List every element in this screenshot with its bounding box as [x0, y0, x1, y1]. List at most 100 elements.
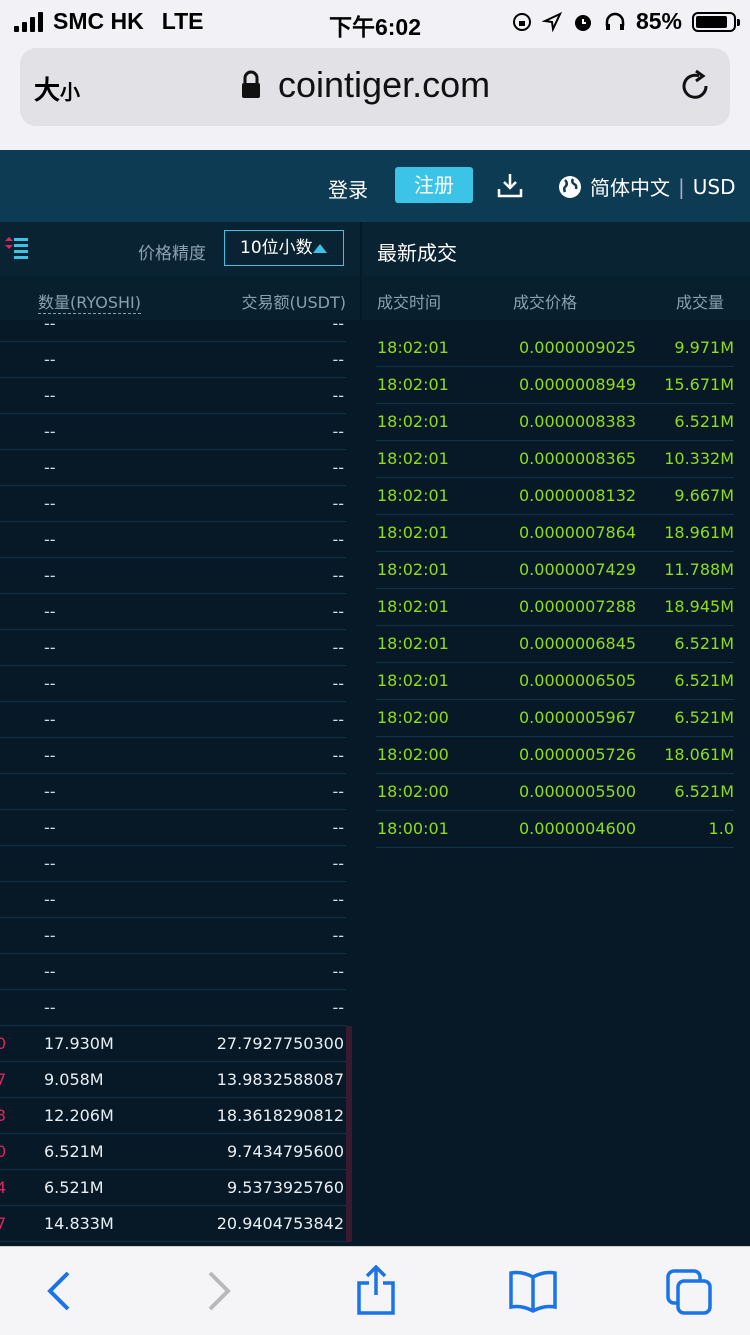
bid-row[interactable]: 4 6.521M 9.5373925760 — [0, 1170, 352, 1206]
headphones-icon — [605, 12, 625, 30]
ask-amount: -- — [44, 530, 56, 549]
ask-row[interactable]: -- -- — [0, 630, 346, 666]
trade-time: 18:02:01 — [377, 412, 449, 431]
ask-total: -- — [332, 494, 344, 513]
ask-total: -- — [332, 674, 344, 693]
ask-row[interactable]: -- -- — [0, 882, 346, 918]
depth-bar — [346, 1026, 352, 1062]
url-domain[interactable]: cointiger.com — [278, 64, 490, 106]
trade-time: 18:02:01 — [377, 449, 449, 468]
ask-total: -- — [332, 998, 344, 1017]
browser-chrome: 大小 cointiger.com — [0, 42, 750, 150]
login-link[interactable]: 登录 — [328, 174, 368, 203]
ask-row[interactable]: -- -- — [0, 702, 346, 738]
ask-amount: -- — [44, 782, 56, 801]
precision-label: 价格精度 — [138, 244, 206, 264]
ask-amount: -- — [44, 386, 56, 405]
ask-row[interactable]: -- -- — [0, 414, 346, 450]
ask-row[interactable]: -- -- — [0, 522, 346, 558]
ask-row[interactable]: -- -- — [0, 378, 346, 414]
volume-column-header: 成交量 — [675, 293, 724, 312]
trade-time: 18:02:01 — [377, 634, 449, 653]
ask-total: -- — [332, 566, 344, 585]
register-button[interactable]: 注册 — [395, 167, 473, 203]
bid-amount: 14.833M — [44, 1214, 114, 1233]
order-book-toolbar: 价格精度 10位小数 — [0, 222, 360, 276]
ask-amount: -- — [44, 494, 56, 513]
ask-row[interactable]: -- -- — [0, 666, 346, 702]
trade-time: 18:00:01 — [377, 819, 449, 838]
language-selector[interactable]: 简体中文 | USD — [558, 172, 735, 201]
bid-row[interactable]: 0 6.521M 9.7434795600 — [0, 1134, 352, 1170]
bid-amount: 9.058M — [44, 1070, 104, 1089]
ask-total: -- — [332, 386, 344, 405]
ask-amount: -- — [44, 350, 56, 369]
ask-total: -- — [332, 314, 344, 333]
bid-price: 4 — [0, 1178, 7, 1197]
ask-amount: -- — [44, 890, 56, 909]
address-bar[interactable]: 大小 cointiger.com — [20, 48, 730, 126]
depth-bar — [346, 1134, 352, 1170]
ask-total: -- — [332, 854, 344, 873]
bid-total: 13.9832588087 — [216, 1070, 344, 1089]
forward-icon[interactable] — [204, 1269, 234, 1313]
orderbook-menu-icon[interactable] — [4, 236, 30, 260]
trade-volume: 15.671M — [664, 375, 734, 394]
trade-volume: 1.0 — [708, 819, 734, 838]
ask-amount: -- — [44, 710, 56, 729]
ask-row[interactable]: -- -- — [0, 738, 346, 774]
reload-icon[interactable] — [678, 68, 712, 104]
trade-row: 18:02:01 0.0000006845 6.521M — [376, 626, 734, 663]
trade-volume: 9.667M — [674, 486, 734, 505]
browser-toolbar — [0, 1246, 750, 1335]
bookmarks-icon[interactable] — [508, 1269, 558, 1313]
ask-row[interactable]: -- -- — [0, 918, 346, 954]
tabs-icon[interactable] — [666, 1269, 714, 1315]
asks-list: -- -- -- -- -- -- -- -- -- -- -- -- -- -- -- -- -- -- -- --… — [0, 314, 360, 1026]
trades-header: 最新成交 — [362, 222, 750, 276]
ask-amount: -- — [44, 818, 56, 837]
trades-list: 18:02:01 0.0000009025 9.971M 18:02:01 0.0000… — [362, 330, 750, 848]
precision-select[interactable]: 10位小数 — [224, 230, 344, 266]
location-icon — [541, 11, 562, 32]
bid-row[interactable]: 3 12.206M 18.3618290812 — [0, 1098, 352, 1134]
bid-row[interactable]: 7 14.833M 20.9404753842 — [0, 1206, 352, 1242]
ask-amount: -- — [44, 638, 56, 657]
latest-trades: 最新成交 成交时间 成交价格 成交量 18:02:01 0.0000009025 9… — [362, 222, 750, 1246]
ask-amount: -- — [44, 746, 56, 765]
trade-volume: 11.788M — [664, 560, 734, 579]
ask-row[interactable]: -- -- — [0, 450, 346, 486]
ask-total: -- — [332, 926, 344, 945]
ask-total: -- — [332, 530, 344, 549]
trade-price: 0.0000005967 — [519, 708, 637, 727]
trade-volume: 18.961M — [664, 523, 734, 542]
ask-row[interactable]: -- -- — [0, 846, 346, 882]
alarm-icon — [574, 14, 591, 31]
bid-amount: 12.206M — [44, 1106, 114, 1125]
trade-price: 0.0000009025 — [519, 338, 637, 357]
ask-row[interactable]: -- -- — [0, 486, 346, 522]
ask-amount: -- — [44, 962, 56, 981]
order-book: 价格精度 10位小数 数量(RYOSHI) 交易额(USDT) -- -- -- --… — [0, 222, 360, 1246]
trade-volume: 18.061M — [664, 745, 734, 764]
trade-row: 18:02:01 0.0000008365 10.332M — [376, 441, 734, 478]
bid-price: 7 — [0, 1214, 7, 1233]
ask-row[interactable]: -- -- — [0, 342, 346, 378]
trade-row: 18:02:01 0.0000008383 6.521M — [376, 404, 734, 441]
ask-row[interactable]: -- -- — [0, 810, 346, 846]
ask-row[interactable]: -- -- — [0, 774, 346, 810]
text-size-button[interactable]: 大小 — [34, 70, 80, 107]
bid-total: 9.7434795600 — [226, 1142, 344, 1161]
ask-row[interactable]: -- -- — [0, 990, 346, 1026]
back-icon[interactable] — [44, 1269, 74, 1313]
bid-row[interactable]: 0 17.930M 27.7927750300 — [0, 1026, 352, 1062]
precision-value: 10位小数 — [240, 238, 313, 258]
battery-percent: 85% — [635, 8, 682, 34]
ask-row[interactable]: -- -- — [0, 954, 346, 990]
ask-row[interactable]: -- -- — [0, 314, 346, 342]
bid-row[interactable]: 7 9.058M 13.9832588087 — [0, 1062, 352, 1098]
share-icon[interactable] — [355, 1265, 397, 1315]
ask-row[interactable]: -- -- — [0, 558, 346, 594]
ask-row[interactable]: -- -- — [0, 594, 346, 630]
download-icon[interactable] — [496, 171, 524, 199]
